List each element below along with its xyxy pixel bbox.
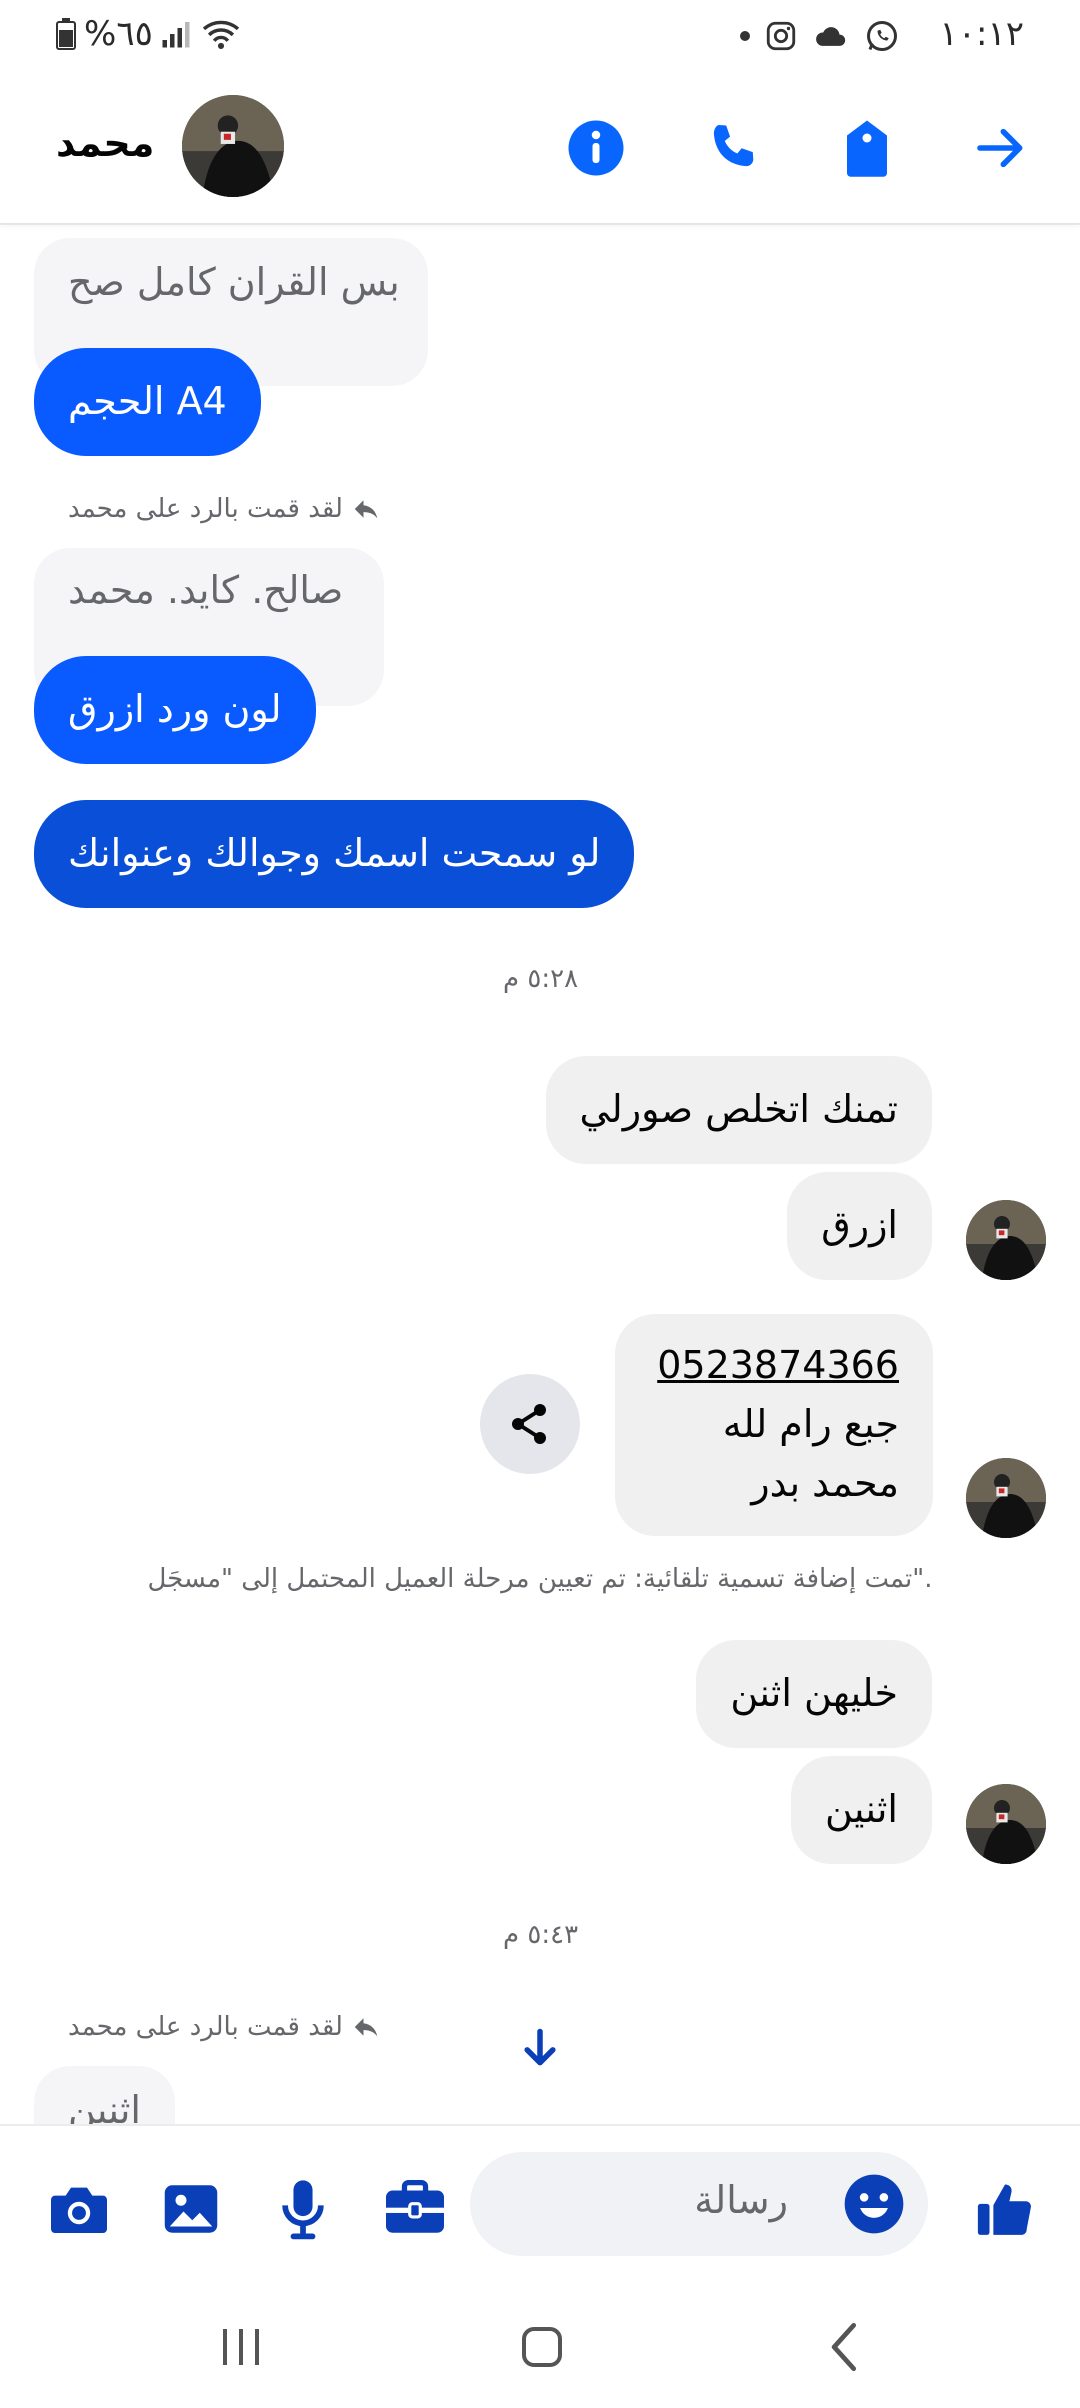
message-text: الحجم A4 <box>68 379 227 424</box>
cloud-icon <box>816 27 846 46</box>
recent-apps-icon <box>223 2329 259 2365</box>
contact-message[interactable]: 0523874366 جبع رام لله محمد بدر <box>615 1314 933 1536</box>
tag-icon <box>847 120 887 177</box>
gallery-button[interactable] <box>156 2174 226 2244</box>
incoming-message[interactable]: تمنك اتخلص صورلي <box>545 1056 932 1164</box>
system-back-button[interactable] <box>810 2312 880 2382</box>
contact-name-text: محمد بدر <box>751 1460 899 1505</box>
image-icon <box>164 2185 218 2233</box>
sender-avatar[interactable] <box>966 1458 1046 1538</box>
outgoing-message[interactable]: لو سمحت اسمك وجوالك وعنوانك <box>34 800 635 908</box>
camera-button[interactable] <box>44 2174 114 2244</box>
message-text: لون ورد ازرق <box>68 687 282 732</box>
reply-arrow-icon <box>354 2018 378 2037</box>
message-composer: رسالة <box>0 2124 1080 2284</box>
contact-name[interactable]: محمد <box>56 121 154 165</box>
system-label-note: تمت إضافة تسمية تلقائية: تم تعيين مرحلة … <box>147 1564 933 1594</box>
message-input[interactable]: رسالة <box>470 2152 928 2256</box>
message-text: اثنين <box>825 1787 898 1832</box>
incoming-message[interactable]: ازرق <box>787 1172 932 1280</box>
message-list[interactable]: بس القران كامل صح الحجم A4 لقد قمت بالرد… <box>0 226 1080 2124</box>
battery-percent: %٦٥ <box>84 14 153 54</box>
back-arrow-icon <box>977 128 1023 168</box>
whatsapp-icon <box>867 21 897 51</box>
quoted-message[interactable]: اثنين <box>34 2066 175 2124</box>
message-input-placeholder: رسالة <box>694 2178 788 2222</box>
incoming-message[interactable]: اثنين <box>791 1756 932 1864</box>
instagram-icon <box>766 21 796 51</box>
briefcase-icon <box>386 2180 444 2233</box>
message-text: لو سمحت اسمك وجوالك وعنوانك <box>68 831 601 876</box>
quoted-message-text: صالح. كايد. محمد <box>68 568 344 612</box>
contact-address-text: جبع رام لله <box>722 1401 899 1446</box>
call-button[interactable] <box>697 113 767 183</box>
reply-arrow-icon <box>354 500 378 519</box>
reply-indicator: لقد قمت بالرد على محمد <box>68 494 381 524</box>
back-icon <box>831 2322 857 2372</box>
chat-header: محمد <box>0 75 1080 225</box>
outgoing-message[interactable]: لون ورد ازرق <box>34 656 316 764</box>
wifi-icon <box>202 20 239 49</box>
clock: ١٠:١٢ <box>939 14 1024 54</box>
label-button[interactable] <box>832 113 902 183</box>
microphone-icon <box>282 2180 324 2240</box>
info-icon <box>568 120 624 176</box>
timestamp-separator: ٥:٤٣ م <box>503 1920 579 1950</box>
sender-avatar[interactable] <box>966 1784 1046 1864</box>
share-icon <box>512 1404 546 1444</box>
emoji-icon <box>844 2174 904 2234</box>
phone-number-link[interactable]: 0523874366 <box>649 1336 899 1395</box>
battery-icon <box>56 18 76 50</box>
sender-avatar[interactable] <box>966 1200 1046 1280</box>
notification-icons <box>740 18 900 54</box>
system-status: %٦٥ <box>56 14 243 54</box>
back-button[interactable] <box>966 113 1036 183</box>
arrow-down-icon <box>524 2028 556 2066</box>
message-text: تمنك اتخلص صورلي <box>579 1087 899 1132</box>
system-navigation-bar <box>0 2284 1080 2408</box>
emoji-button[interactable] <box>842 2172 906 2236</box>
camera-icon <box>51 2187 107 2233</box>
contact-avatar[interactable] <box>182 95 284 197</box>
message-text: ازرق <box>821 1203 898 1248</box>
quoted-message-text: اثنين <box>68 2088 141 2124</box>
outgoing-message[interactable]: الحجم A4 <box>34 348 261 456</box>
voice-button[interactable] <box>268 2174 338 2244</box>
recent-apps-button[interactable] <box>206 2312 276 2382</box>
status-bar: ١٠:١٢ %٦٥ <box>0 0 1080 75</box>
like-icon <box>977 2184 1031 2235</box>
reply-label-text: لقد قمت بالرد على محمد <box>68 2012 343 2042</box>
reply-indicator: لقد قمت بالرد على محمد <box>68 2012 381 2042</box>
like-button[interactable] <box>970 2174 1040 2244</box>
info-button[interactable] <box>561 113 631 183</box>
phone-icon <box>713 125 754 167</box>
timestamp-separator: ٥:٢٨ م <box>503 964 579 994</box>
home-button[interactable] <box>507 2312 577 2382</box>
message-text: خليهن اثنن <box>730 1671 898 1716</box>
home-icon <box>522 2327 562 2367</box>
business-tools-button[interactable] <box>380 2174 450 2244</box>
quoted-message-text: بس القران كامل صح <box>68 260 400 304</box>
share-button[interactable] <box>480 1374 580 1474</box>
notification-dot-icon <box>740 31 750 41</box>
scroll-to-bottom-button[interactable] <box>518 2026 562 2070</box>
signal-icon <box>162 22 190 48</box>
reply-label-text: لقد قمت بالرد على محمد <box>68 494 343 524</box>
incoming-message[interactable]: خليهن اثنن <box>696 1640 932 1748</box>
